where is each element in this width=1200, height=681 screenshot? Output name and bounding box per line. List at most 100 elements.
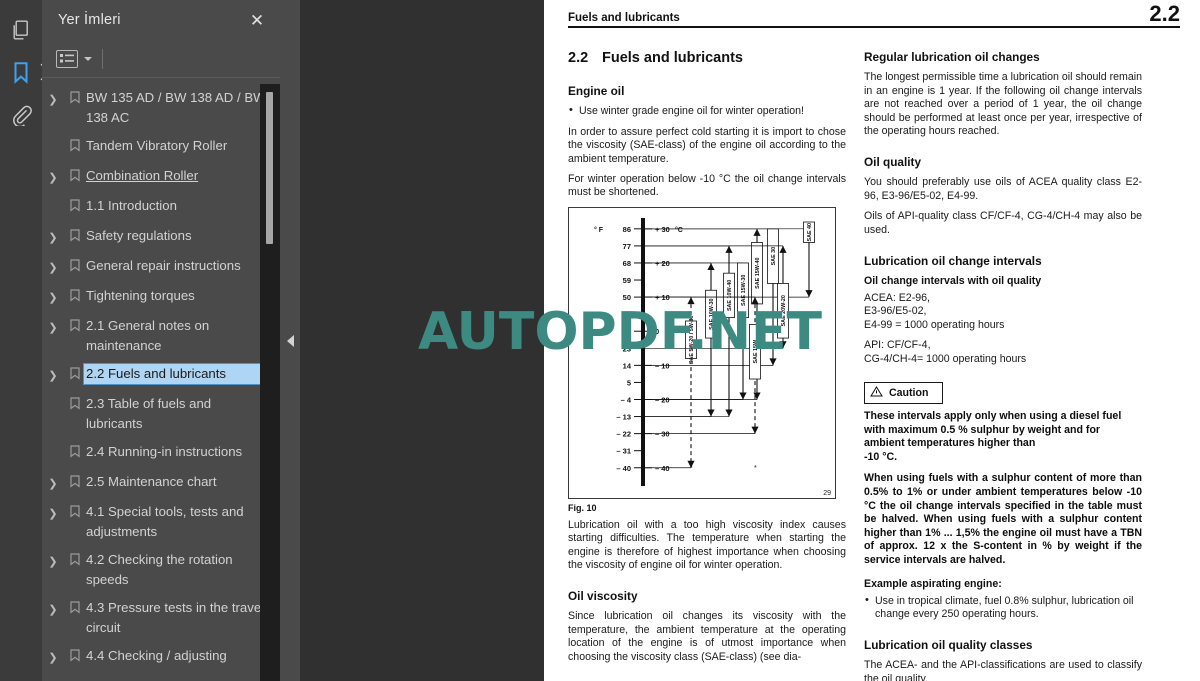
bookmark-icon bbox=[64, 226, 86, 242]
bookmark-item-label: 2.5 Maintenance chart bbox=[86, 474, 217, 489]
bookmark-item-11[interactable]: ❯ 2.5 Maintenance chart bbox=[42, 468, 280, 498]
svg-text:SAE 40: SAE 40 bbox=[807, 223, 813, 242]
acea-line-2: E3-96/E5-02, bbox=[864, 305, 927, 318]
svg-text:SAE 5W-20 / 5W-30: SAE 5W-20 / 5W-30 bbox=[689, 315, 695, 364]
bookmark-icon bbox=[64, 196, 86, 212]
change-intervals-heading: Lubrication oil change intervals bbox=[864, 253, 1042, 268]
document-viewport[interactable]: AUTOPDF.NET Fuels and lubricants 2.2 2.2… bbox=[300, 0, 1200, 681]
bookmark-item-1[interactable]: ❯Tandem Vibratory Roller bbox=[42, 132, 280, 162]
caution-label: Caution bbox=[889, 386, 929, 399]
bookmark-item-15[interactable]: ❯ 4.4 Checking / adjusting bbox=[42, 642, 280, 672]
bookmark-item-8[interactable]: ❯ 2.2 Fuels and lubricants bbox=[42, 360, 280, 390]
bookmark-item-4[interactable]: ❯ Safety regulations bbox=[42, 222, 280, 252]
bookmark-item-2[interactable]: ❯ Combination Roller bbox=[42, 162, 280, 192]
bookmark-item-14[interactable]: ❯ 4.3 Pressure tests in the travel circui… bbox=[42, 594, 280, 642]
bookmark-icon bbox=[64, 598, 86, 614]
chevron-right-icon[interactable]: ❯ bbox=[42, 364, 64, 386]
bookmark-icon bbox=[64, 550, 86, 566]
chevron-right-icon[interactable]: ❯ bbox=[42, 502, 64, 524]
chevron-right-icon[interactable]: ❯ bbox=[42, 316, 64, 338]
figure-sae-viscosity-chart: 86 77 68 59 50 41 32 23 14 5 – 4 – 13 – 22 – 31 – 40 ° … bbox=[568, 206, 836, 499]
svg-text:*: * bbox=[754, 465, 757, 472]
chevron-right-icon[interactable]: ❯ bbox=[42, 598, 64, 620]
bookmarks-panel-header: Yer İmleri ✕ bbox=[42, 0, 280, 40]
api-line-2: CG-4/CH-4= 1000 operating hours bbox=[864, 352, 1027, 365]
bookmark-item-12[interactable]: ❯ 4.1 Special tools, tests and adjustment… bbox=[42, 498, 280, 546]
bookmarks-scrollbar-thumb[interactable] bbox=[266, 92, 273, 244]
chevron-right-icon[interactable]: ❯ bbox=[42, 472, 64, 494]
bookmarks-panel: Yer İmleri ✕ ❯ BW 135 AD / BW 138 AD / BW… bbox=[42, 0, 280, 681]
oil-quality-heading: Oil quality bbox=[864, 155, 922, 170]
chevron-right-icon[interactable]: ❯ bbox=[42, 88, 64, 110]
bookmarks-tree[interactable]: ❯ BW 135 AD / BW 138 AD / BW 138 AC ❯Tande… bbox=[42, 78, 280, 681]
chevron-right-icon[interactable]: ❯ bbox=[42, 256, 64, 278]
bookmark-item-5[interactable]: ❯ General repair instructions bbox=[42, 252, 280, 282]
bookmark-item-10[interactable]: ❯2.4 Running-in instructions bbox=[42, 438, 280, 468]
running-header-section: 2.2 bbox=[1149, 1, 1180, 26]
engine-oil-paragraph-1: In order to assure perfect cold starting… bbox=[568, 125, 846, 165]
api-intervals: API: CF/CF-4, CG-4/CH-4= 1000 operating … bbox=[864, 339, 1142, 366]
chevron-right-icon[interactable]: ❯ bbox=[42, 286, 64, 308]
bookmark-item-label: 4.3 Pressure tests in the travel circuit bbox=[86, 600, 265, 635]
list-options-icon bbox=[56, 49, 78, 68]
svg-text:– 20: – 20 bbox=[655, 395, 670, 404]
svg-text:– 30: – 30 bbox=[655, 429, 670, 438]
oil-viscosity-heading: Oil viscosity bbox=[568, 589, 638, 604]
oil-quality-paragraph-1: You should preferably use oils of ACEA q… bbox=[864, 176, 1142, 202]
svg-text:– 13: – 13 bbox=[616, 412, 631, 421]
svg-text:23: 23 bbox=[623, 344, 631, 353]
bookmark-icon bbox=[64, 646, 86, 662]
page-thumbnails-icon[interactable] bbox=[0, 10, 42, 52]
bookmark-item-6[interactable]: ❯ Tightening torques bbox=[42, 282, 280, 312]
bookmark-item-9[interactable]: ❯2.3 Table of fuels and lubricants bbox=[42, 390, 280, 438]
regular-changes-heading: Regular lubrication oil changes bbox=[864, 50, 1040, 65]
example-heading: Example aspirating engine: bbox=[864, 577, 1002, 590]
chevron-right-icon[interactable]: ❯ bbox=[42, 550, 64, 572]
close-icon[interactable]: ✕ bbox=[246, 12, 268, 29]
oil-quality-paragraph-2: Oils of API-quality class CF/CF-4, CG-4/… bbox=[864, 210, 1142, 236]
quality-classes-paragraph-1: The ACEA- and the API-classifications ar… bbox=[864, 659, 1142, 681]
sae-chart-svg: 86 77 68 59 50 41 32 23 14 5 – 4 – 13 – 22 – 31 – 40 ° … bbox=[594, 217, 815, 486]
bookmarks-icon[interactable] bbox=[0, 52, 48, 94]
bookmark-item-label: 2.4 Running-in instructions bbox=[86, 444, 243, 459]
bookmarks-panel-title: Yer İmleri bbox=[58, 12, 121, 28]
list-item: Use winter grade engine oil for winter o… bbox=[568, 104, 846, 118]
bookmark-item-7[interactable]: ❯ 2.1 General notes on maintenance bbox=[42, 312, 280, 360]
panel-collapse-handle[interactable] bbox=[280, 0, 300, 681]
figure-number: 29 bbox=[823, 489, 831, 497]
bookmark-item-label: BW 135 AD / BW 138 AD / BW 138 AC bbox=[86, 90, 266, 125]
bookmark-icon bbox=[64, 364, 86, 380]
bookmark-item-label: 2.1 General notes on maintenance bbox=[86, 318, 210, 353]
chevron-right-icon[interactable]: ❯ bbox=[42, 226, 64, 248]
section-heading: 2.2 Fuels and lubricants bbox=[568, 50, 846, 66]
section-number: 2.2 bbox=[568, 50, 589, 67]
bookmark-item-3[interactable]: ❯1.1 Introduction bbox=[42, 192, 280, 222]
bookmark-item-0[interactable]: ❯ BW 135 AD / BW 138 AD / BW 138 AC bbox=[42, 84, 280, 132]
svg-text:– 40: – 40 bbox=[616, 463, 631, 472]
svg-text:– 40: – 40 bbox=[655, 463, 670, 472]
bookmark-item-label: 4.2 Checking the rotation speeds bbox=[86, 552, 233, 587]
bookmark-icon bbox=[64, 394, 86, 410]
bookmark-icon bbox=[64, 502, 86, 518]
chevron-right-icon[interactable]: ❯ bbox=[42, 646, 64, 668]
running-header: Fuels and lubricants 2.2 bbox=[566, 1, 1182, 26]
engine-oil-bullets: Use winter grade engine oil for winter o… bbox=[568, 104, 846, 118]
bookmark-item-label: 2.3 Table of fuels and lubricants bbox=[86, 396, 212, 431]
svg-text:– 4: – 4 bbox=[621, 395, 632, 404]
attachments-icon[interactable] bbox=[0, 94, 42, 136]
acea-line-1: ACEA: E2-96, bbox=[864, 291, 930, 304]
chevron-left-icon bbox=[286, 334, 294, 347]
bookmark-item-label: General repair instructions bbox=[86, 258, 241, 273]
bookmark-item-13[interactable]: ❯ 4.2 Checking the rotation speeds bbox=[42, 546, 280, 594]
svg-text:– 10: – 10 bbox=[655, 361, 670, 370]
svg-text:SAE 15W: SAE 15W bbox=[753, 339, 759, 364]
svg-text:°C: °C bbox=[675, 226, 683, 234]
chevron-right-icon[interactable]: ❯ bbox=[42, 166, 64, 188]
sulphur-paragraph: When using fuels with a sulphur content … bbox=[864, 472, 1142, 566]
bookmarks-scrollbar[interactable] bbox=[260, 84, 280, 681]
chevron-down-icon bbox=[84, 56, 92, 61]
svg-text:*: * bbox=[690, 465, 693, 472]
bookmark-icon bbox=[64, 256, 86, 272]
svg-text:5: 5 bbox=[627, 378, 631, 387]
bookmark-options-button[interactable] bbox=[56, 49, 92, 68]
